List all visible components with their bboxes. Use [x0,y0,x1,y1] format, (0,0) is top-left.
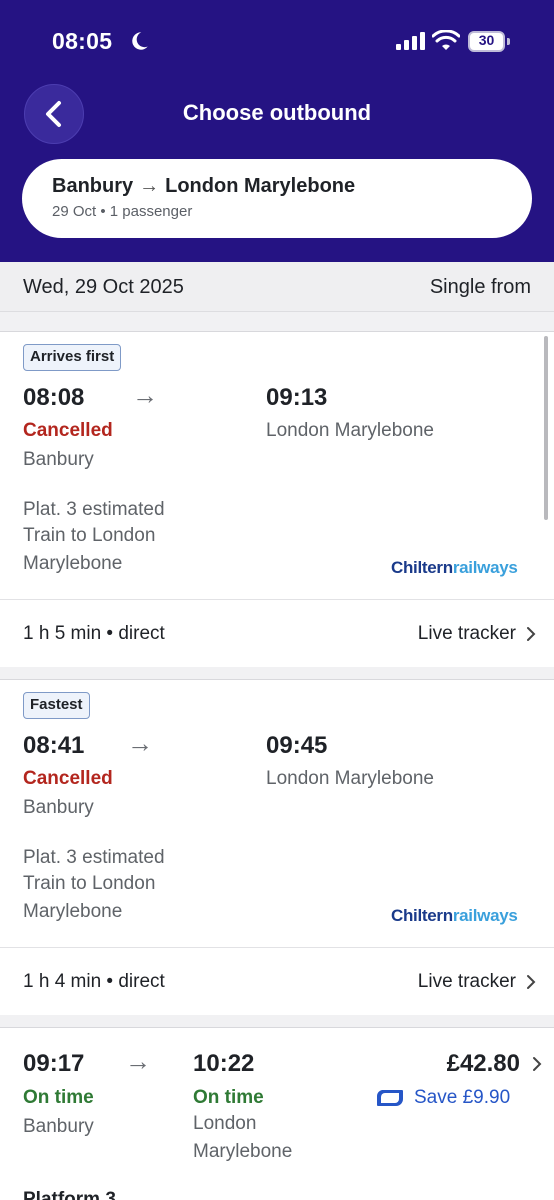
duration: 1 h 5 min • direct [23,623,165,644]
chevron-right-icon [527,627,536,641]
cellular-signal-icon [396,32,425,50]
header: 08:05 30 Choose outbound Banbury → London [0,0,554,262]
origin-station: Banbury [23,797,94,818]
origin-station: Banbury [23,449,94,470]
service-info: Train to London [23,525,156,546]
route-arrow: → [139,175,160,197]
price-column-label: Single from [429,276,531,298]
duration: 1 h 4 min • direct [23,971,165,992]
service-info: Train to London [23,873,156,894]
battery-icon: 30 [468,31,510,52]
moon-icon [132,32,148,50]
service-info-cont: Marylebone [23,553,123,574]
departure-status: On time [23,1087,94,1108]
platform-info: Plat. 3 estimated [23,847,165,868]
travel-date: Wed, 29 Oct 2025 [23,276,184,298]
destination-station: London Marylebone [266,420,434,441]
departure-time: 09:17 [23,1050,85,1077]
arrow-icon: → [132,380,158,410]
journey-summary[interactable]: Banbury → London Marylebone 29 Oct • 1 pas… [22,159,532,238]
arrow-icon: → [125,1046,151,1076]
arrow-icon: → [127,728,153,758]
chevron-right-icon [533,1057,542,1071]
live-tracker-label: Live tracker [417,971,516,992]
train-option[interactable]: 09:17 → 10:22 £42.80 On time On time Sav… [0,1027,554,1200]
train-option[interactable]: Fastest 08:41 → 09:45 Cancelled London M… [0,679,554,947]
route: Banbury → London Marylebone [52,175,502,198]
wifi-icon [432,30,460,50]
journey-footer: 1 h 4 min • direct Live tracker [0,947,554,1015]
journey-footer: 1 h 5 min • direct Live tracker [0,599,554,667]
railcard-icon [376,1090,403,1106]
train-option[interactable]: Arrives first 08:08 → 09:13 Cancelled Lo… [0,331,554,599]
destination-station: London Marylebone [266,768,434,789]
arrival-status: On time [193,1087,264,1108]
operator-logo: Chilternrailways [391,906,518,925]
battery-level: 30 [478,32,495,48]
live-tracker-link[interactable]: Live tracker [418,971,536,993]
badge-arrives-first: Arrives first [23,344,122,371]
status-cancelled: Cancelled [23,420,113,441]
route-origin: Banbury [52,175,134,197]
destination-station: London [193,1113,257,1134]
departure-time: 08:41 [23,732,85,759]
railcard-saving: Save £9.90 [376,1087,510,1109]
date-bar: Wed, 29 Oct 2025 Single from [0,262,554,312]
status-bar: 08:05 30 [0,0,554,80]
platform-info: Platform 3 [23,1189,116,1200]
live-tracker-link[interactable]: Live tracker [418,623,536,645]
origin-station: Banbury [23,1116,94,1137]
route-destination: London Marylebone [165,175,356,197]
saving-amount: Save £9.90 [414,1087,511,1108]
arrival-time: 09:45 [266,732,328,759]
destination-station-cont: Marylebone [193,1141,293,1162]
service-info-cont: Marylebone [23,901,123,922]
departure-time: 08:08 [23,384,85,411]
platform-info: Plat. 3 estimated [23,499,165,520]
scrollbar[interactable] [544,336,548,520]
journey-subtitle: 29 Oct • 1 passenger [52,203,193,220]
status-cancelled: Cancelled [23,768,113,789]
chevron-right-icon [527,975,536,989]
ticket-price: £42.80 [446,1050,520,1077]
live-tracker-label: Live tracker [417,623,516,644]
status-time: 08:05 [52,28,113,54]
arrival-time: 09:13 [266,384,328,411]
arrival-time: 10:22 [193,1050,255,1077]
page-title: Choose outbound [182,100,372,125]
operator-logo: Chilternrailways [391,558,518,577]
badge-fastest: Fastest [23,692,90,719]
